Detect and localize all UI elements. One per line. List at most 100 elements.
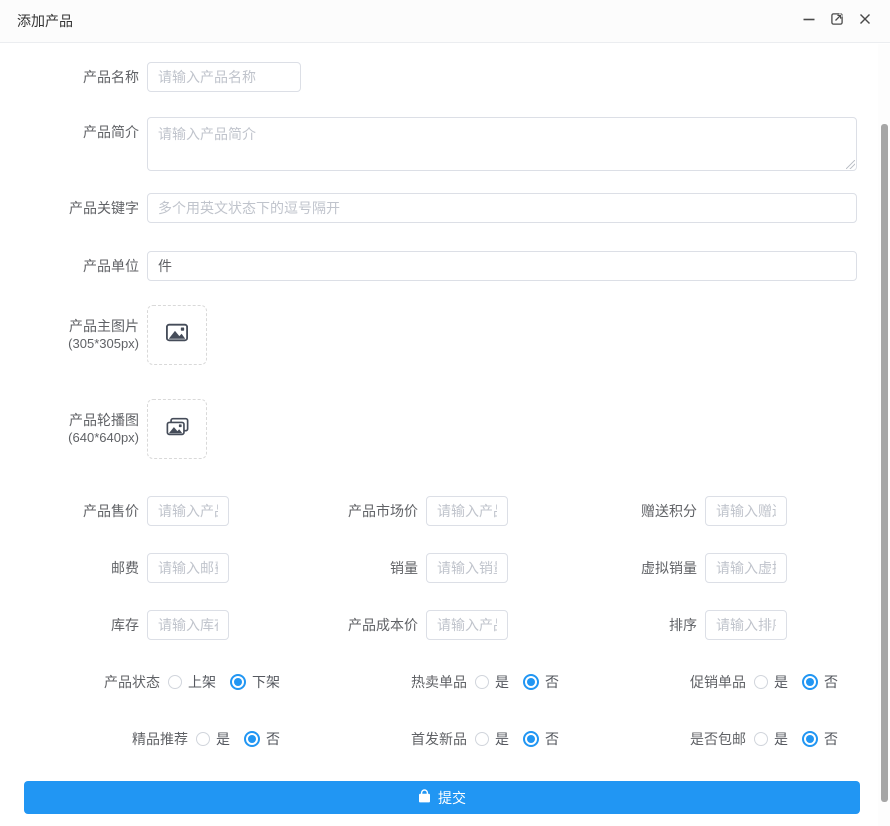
carousel-image-size-hint: (640*640px) (0, 429, 139, 446)
submit-button[interactable]: 提交 (24, 781, 860, 814)
gift-points-input[interactable] (705, 496, 787, 526)
radio-unchecked-icon (475, 732, 489, 746)
virtual-sales-input[interactable] (705, 553, 787, 583)
carousel-image-label-text: 产品轮播图 (0, 412, 139, 429)
product-name-input[interactable] (147, 62, 301, 92)
status-cell: 产品状态 上架 下架 (0, 667, 280, 697)
scrollbar-thumb[interactable] (881, 124, 888, 802)
boutique-radio-row: 精品推荐 是 否 首发新品 是 (0, 724, 878, 754)
main-image-row: 产品主图片 (305*305px) (0, 305, 878, 365)
product-unit-label: 产品单位 (0, 251, 139, 281)
status-radio-on-shelf[interactable]: 上架 (168, 672, 216, 692)
free-shipping-radio-yes[interactable]: 是 (754, 729, 788, 749)
new-item-radio-group: 是 否 (475, 724, 559, 754)
sort-input[interactable] (705, 610, 787, 640)
status-radio-row: 产品状态 上架 下架 热卖单品 是 (0, 667, 878, 697)
sales-cell: 销量 (280, 553, 559, 583)
radio-unchecked-icon (196, 732, 210, 746)
postage-input[interactable] (147, 553, 229, 583)
product-intro-textarea-wrap (147, 117, 857, 171)
status-radio-group: 上架 下架 (168, 667, 280, 697)
market-price-cell: 产品市场价 (280, 496, 559, 526)
boutique-radio-yes[interactable]: 是 (196, 729, 230, 749)
picture-icon (166, 323, 188, 347)
promo-item-radio-yes[interactable]: 是 (754, 672, 788, 692)
main-image-size-hint: (305*305px) (0, 335, 139, 352)
radio-checked-icon (244, 731, 260, 747)
radio-checked-icon (802, 731, 818, 747)
maximize-icon (829, 11, 845, 32)
radio-unchecked-icon (475, 675, 489, 689)
new-item-radio-no[interactable]: 否 (523, 729, 559, 749)
radio-checked-icon (230, 674, 246, 690)
new-item-radio-yes[interactable]: 是 (475, 729, 509, 749)
price-cell: 产品售价 (0, 496, 280, 526)
main-image-label: 产品主图片 (305*305px) (0, 318, 139, 352)
stock-input[interactable] (147, 610, 229, 640)
market-price-label: 产品市场价 (280, 496, 418, 526)
boutique-radio-no[interactable]: 否 (244, 729, 280, 749)
status-radio-off-shelf[interactable]: 下架 (230, 672, 280, 692)
product-unit-input[interactable] (147, 251, 857, 281)
textarea-resize-handle[interactable] (846, 160, 855, 169)
promo-item-cell: 促销单品 是 否 (559, 667, 838, 697)
promo-item-radio-no[interactable]: 否 (802, 672, 838, 692)
window-controls (800, 12, 874, 30)
carousel-image-upload[interactable] (147, 399, 207, 459)
minimize-icon (801, 11, 817, 32)
minimize-button[interactable] (800, 12, 818, 30)
new-item-label: 首发新品 (280, 724, 467, 754)
carousel-image-label: 产品轮播图 (640*640px) (0, 412, 139, 446)
free-shipping-radio-no[interactable]: 否 (802, 729, 838, 749)
radio-checked-icon (523, 674, 539, 690)
virtual-sales-cell: 虚拟销量 (559, 553, 838, 583)
scrollbar-track[interactable] (878, 44, 890, 826)
product-keywords-input[interactable] (147, 193, 857, 223)
radio-checked-icon (802, 674, 818, 690)
titlebar: 添加产品 (0, 0, 890, 43)
sales-input[interactable] (426, 553, 508, 583)
price-label: 产品售价 (0, 496, 139, 526)
hot-item-cell: 热卖单品 是 否 (280, 667, 559, 697)
sales-label: 销量 (280, 553, 418, 583)
boutique-label: 精品推荐 (0, 724, 188, 754)
bag-icon (418, 789, 431, 806)
product-intro-row: 产品简介 (0, 117, 878, 171)
postage-cell: 邮费 (0, 553, 280, 583)
sort-label: 排序 (559, 610, 697, 640)
stock-row: 库存 产品成本价 排序 (0, 610, 878, 640)
product-unit-row: 产品单位 (0, 251, 878, 281)
stock-label: 库存 (0, 610, 139, 640)
cost-price-label: 产品成本价 (280, 610, 418, 640)
status-label: 产品状态 (0, 667, 160, 697)
main-image-upload[interactable] (147, 305, 207, 365)
submit-button-label: 提交 (438, 788, 466, 808)
boutique-radio-group: 是 否 (196, 724, 280, 754)
window-title: 添加产品 (17, 11, 73, 31)
close-button[interactable] (856, 12, 874, 30)
boutique-cell: 精品推荐 是 否 (0, 724, 280, 754)
main-image-label-text: 产品主图片 (0, 318, 139, 335)
postage-label: 邮费 (0, 553, 139, 583)
radio-checked-icon (523, 731, 539, 747)
pictures-stack-icon (166, 417, 189, 442)
maximize-button[interactable] (828, 12, 846, 30)
radio-unchecked-icon (754, 732, 768, 746)
new-item-cell: 首发新品 是 否 (280, 724, 559, 754)
radio-unchecked-icon (168, 675, 182, 689)
gift-points-label: 赠送积分 (559, 496, 697, 526)
gift-points-cell: 赠送积分 (559, 496, 838, 526)
carousel-image-row: 产品轮播图 (640*640px) (0, 399, 878, 459)
virtual-sales-label: 虚拟销量 (559, 553, 697, 583)
product-intro-textarea[interactable] (147, 117, 857, 171)
promo-item-radio-group: 是 否 (754, 667, 838, 697)
cost-price-input[interactable] (426, 610, 508, 640)
free-shipping-label: 是否包邮 (559, 724, 746, 754)
market-price-input[interactable] (426, 496, 508, 526)
sort-cell: 排序 (559, 610, 838, 640)
product-keywords-row: 产品关键字 (0, 193, 878, 223)
promo-item-label: 促销单品 (559, 667, 746, 697)
hot-item-radio-no[interactable]: 否 (523, 672, 559, 692)
hot-item-radio-yes[interactable]: 是 (475, 672, 509, 692)
price-input[interactable] (147, 496, 229, 526)
